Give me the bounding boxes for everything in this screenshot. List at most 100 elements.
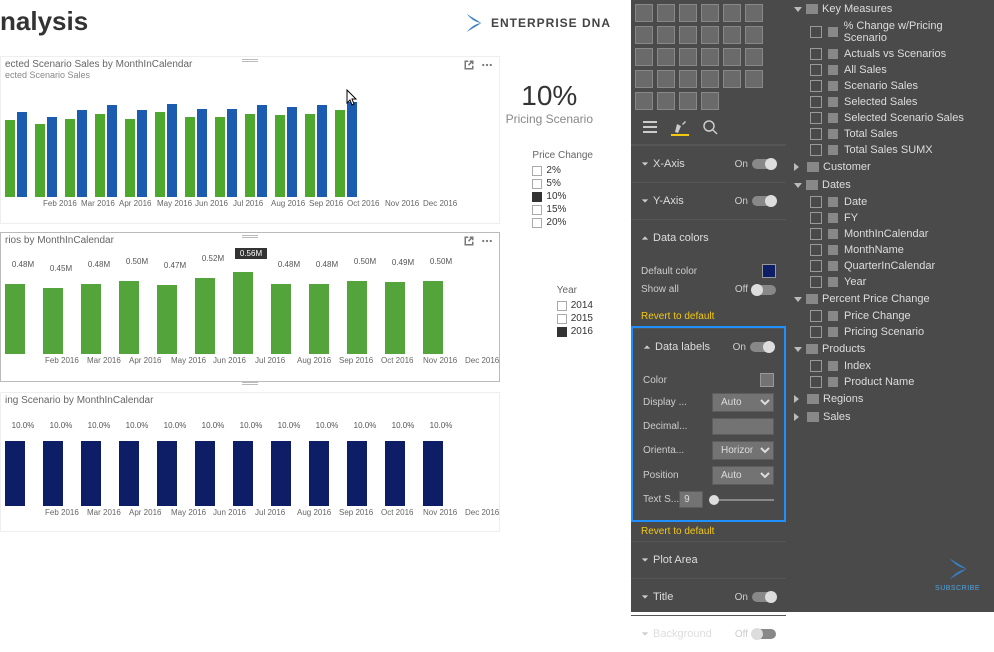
section-y-axis[interactable]: Y-Axis On: [631, 182, 786, 219]
toggle-title[interactable]: [752, 592, 776, 602]
toggle-background[interactable]: [752, 629, 776, 639]
checkbox-icon[interactable]: [810, 80, 822, 92]
table-header[interactable]: Regions: [786, 390, 994, 408]
checkbox-icon[interactable]: [810, 64, 822, 76]
section-data-labels[interactable]: Data labels On: [633, 328, 784, 365]
checkbox-icon[interactable]: [810, 196, 822, 208]
bar[interactable]: [5, 284, 25, 354]
table-header[interactable]: Products: [786, 340, 994, 358]
checkbox-icon[interactable]: [532, 166, 542, 176]
bar[interactable]: [245, 114, 255, 197]
section-x-axis[interactable]: X-Axis On: [631, 145, 786, 182]
vis-type-icon[interactable]: [701, 26, 719, 44]
field-item[interactable]: QuarterInCalendar: [786, 258, 994, 274]
bar[interactable]: [17, 112, 27, 197]
slicer-option[interactable]: 2015: [557, 313, 593, 324]
checkbox-icon[interactable]: [532, 192, 542, 202]
vis-type-icon[interactable]: [701, 92, 719, 110]
checkbox-icon[interactable]: [810, 310, 822, 322]
field-item[interactable]: Selected Sales: [786, 94, 994, 110]
slicer-year[interactable]: Year 201420152016: [557, 285, 593, 339]
bar[interactable]: [347, 441, 367, 506]
field-item[interactable]: Index: [786, 358, 994, 374]
bar[interactable]: [119, 281, 139, 354]
drag-handle-icon[interactable]: [242, 235, 258, 238]
checkbox-icon[interactable]: [557, 327, 567, 337]
vis-type-icon[interactable]: [723, 4, 741, 22]
field-item[interactable]: Year: [786, 274, 994, 290]
field-item[interactable]: Product Name: [786, 374, 994, 390]
bar[interactable]: [95, 114, 105, 197]
bar[interactable]: [5, 120, 15, 197]
field-item[interactable]: Total Sales SUMX: [786, 142, 994, 158]
field-item[interactable]: MonthName: [786, 242, 994, 258]
bar[interactable]: [195, 441, 215, 506]
checkbox-icon[interactable]: [810, 48, 822, 60]
slicer-option[interactable]: 2%: [532, 165, 593, 176]
field-item[interactable]: FY: [786, 210, 994, 226]
checkbox-icon[interactable]: [810, 244, 822, 256]
bar[interactable]: [385, 282, 405, 354]
toggle-x-axis[interactable]: [752, 159, 776, 169]
vis-type-icon[interactable]: [745, 26, 763, 44]
vis-type-icon[interactable]: [657, 70, 675, 88]
vis-type-icon[interactable]: [657, 26, 675, 44]
checkbox-icon[interactable]: [810, 228, 822, 240]
checkbox-icon[interactable]: [810, 326, 822, 338]
chart-pricing-scenario[interactable]: ing Scenario by MonthInCalendar 10.0%10.…: [0, 392, 500, 532]
vis-type-icon[interactable]: [745, 4, 763, 22]
input-text-size[interactable]: [679, 491, 703, 508]
bar[interactable]: [309, 441, 329, 506]
section-plot-area[interactable]: Plot Area: [631, 541, 786, 578]
bar[interactable]: [155, 112, 165, 197]
vis-type-icon[interactable]: [745, 70, 763, 88]
vis-type-icon[interactable]: [679, 4, 697, 22]
field-item[interactable]: All Sales: [786, 62, 994, 78]
checkbox-icon[interactable]: [557, 314, 567, 324]
bar[interactable]: [305, 114, 315, 197]
vis-type-icon[interactable]: [723, 26, 741, 44]
bar[interactable]: [157, 441, 177, 506]
slicer-option[interactable]: 2014: [557, 300, 593, 311]
checkbox-icon[interactable]: [810, 260, 822, 272]
revert-link[interactable]: Revert to default: [631, 522, 786, 541]
vis-type-icon[interactable]: [635, 26, 653, 44]
field-item[interactable]: % Change w/Pricing Scenario: [786, 18, 994, 46]
vis-type-icon[interactable]: [723, 70, 741, 88]
bar[interactable]: [77, 110, 87, 197]
vis-type-icon[interactable]: [701, 48, 719, 66]
checkbox-icon[interactable]: [810, 376, 822, 388]
checkbox-icon[interactable]: [810, 276, 822, 288]
field-item[interactable]: Price Change: [786, 308, 994, 324]
input-decimal[interactable]: [712, 418, 774, 435]
vis-type-icon[interactable]: [723, 48, 741, 66]
vis-type-icon[interactable]: [679, 70, 697, 88]
vis-type-icon[interactable]: [701, 4, 719, 22]
bar[interactable]: [271, 284, 291, 354]
bar[interactable]: [287, 107, 297, 197]
slicer-price-change[interactable]: Price Change 2%5%10%15%20%: [532, 150, 593, 230]
bar[interactable]: [81, 441, 101, 506]
bar[interactable]: [35, 124, 45, 197]
vis-type-icon[interactable]: [679, 26, 697, 44]
section-data-colors[interactable]: Data colors: [631, 219, 786, 256]
slicer-option[interactable]: 2016: [557, 326, 593, 337]
section-background[interactable]: Background Off: [631, 615, 786, 652]
checkbox-icon[interactable]: [557, 301, 567, 311]
bar[interactable]: [423, 281, 443, 354]
format-tab-icon[interactable]: [671, 118, 689, 136]
slicer-option[interactable]: 5%: [532, 178, 593, 189]
table-header[interactable]: Key Measures: [786, 0, 994, 18]
checkbox-icon[interactable]: [810, 112, 822, 124]
chart-scenarios[interactable]: rios by MonthInCalendar 0.48M0.45M0.48M0…: [0, 232, 500, 382]
toggle-show-all[interactable]: [752, 285, 776, 295]
bar[interactable]: [43, 288, 63, 354]
revert-link[interactable]: Revert to default: [631, 307, 786, 326]
vis-type-icon[interactable]: [657, 48, 675, 66]
checkbox-icon[interactable]: [810, 26, 822, 38]
bar[interactable]: [197, 109, 207, 197]
analytics-tab-icon[interactable]: [701, 118, 719, 136]
bar[interactable]: [137, 110, 147, 197]
vis-type-icon[interactable]: [701, 70, 719, 88]
bar[interactable]: [43, 441, 63, 506]
